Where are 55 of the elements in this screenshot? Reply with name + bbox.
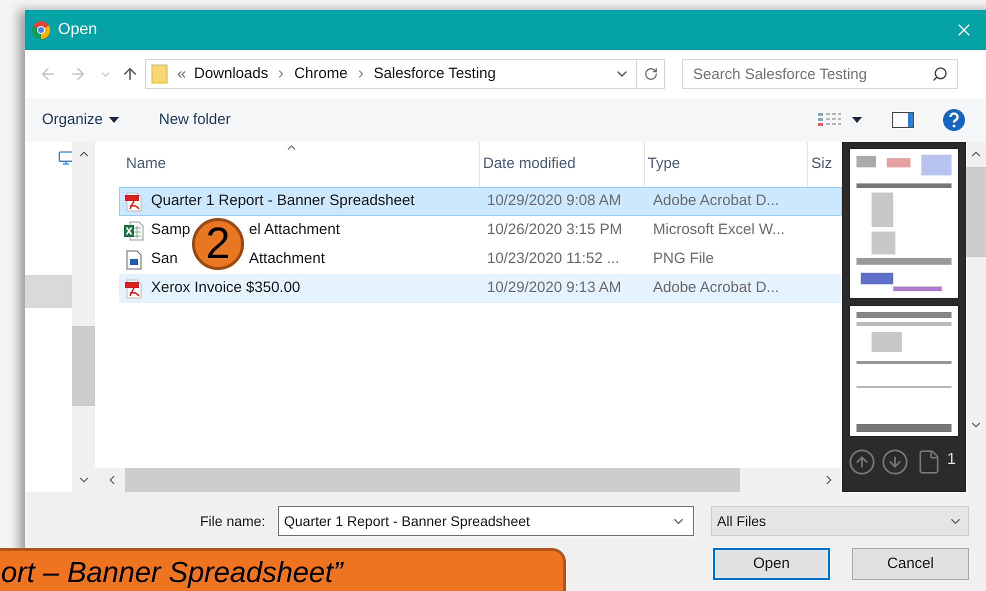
computer-icon[interactable] [58, 150, 74, 166]
type-cell-text: Adobe Acrobat D... [652, 278, 780, 298]
breadcrumb[interactable]: Salesforce Testing [374, 62, 496, 86]
search-icon [932, 66, 948, 82]
refresh-button[interactable] [637, 59, 665, 89]
view-options-icon[interactable] [818, 112, 842, 128]
scroll-thumb[interactable] [72, 326, 95, 406]
scrollbar[interactable] [72, 142, 95, 492]
previous-page-icon[interactable] [848, 448, 876, 476]
next-page-icon[interactable] [881, 448, 909, 476]
file-name: el Attachment [249, 220, 340, 240]
window-title: Open [58, 20, 98, 40]
column-header[interactable]: Siz [808, 142, 842, 187]
file-type-dropdown[interactable]: All Files [711, 506, 969, 536]
dialog-button[interactable]: Open [713, 548, 830, 580]
breadcrumb[interactable]: Chrome [294, 62, 348, 86]
step-badge: 2 [192, 218, 244, 270]
spreadsheet-file-icon [124, 220, 144, 240]
file-row[interactable]: Quarter 1 Report - Banner Spreadsheet 10/29/2020 9:08 AM Adobe Acrobat D... [119, 187, 842, 216]
address-bar[interactable]: Downloads Chrome Salesforce Testing [145, 59, 637, 89]
file-name-field[interactable]: Quarter 1 Report - Banner Spreadsheet [278, 506, 694, 536]
scrollbar[interactable] [966, 142, 986, 492]
scroll-thumb[interactable] [125, 468, 740, 492]
browser-logo-icon [32, 21, 50, 39]
date-cell-text: 10/29/2020 9:13 AM [486, 278, 622, 298]
pdf-file-icon [125, 278, 143, 298]
page-number: 1 [947, 450, 956, 470]
date-cell-text: 10/26/2020 3:15 PM [486, 220, 624, 240]
caret-icon [852, 117, 862, 123]
date-cell-text: 10/29/2020 9:08 AM [486, 191, 622, 212]
folder-icon [151, 64, 169, 84]
type-cell-text: Adobe Acrobat D... [652, 191, 780, 212]
image-file-icon [126, 250, 142, 270]
file-name: San [151, 250, 178, 268]
file-name: Samp [151, 221, 190, 238]
pdf-file-icon [125, 192, 143, 212]
toolbar-button[interactable]: Organize [42, 108, 119, 132]
dialog-button[interactable]: Cancel [852, 548, 969, 580]
type-cell-text: Microsoft Excel W... [652, 220, 786, 240]
file-name: Quarter 1 Report - Banner Spreadsheet [151, 191, 414, 212]
file-name-label: File name: [200, 512, 266, 530]
search-field[interactable]: Search Salesforce Testing [682, 59, 958, 89]
date-cell-text: 10/23/2020 11:52 ... [486, 249, 620, 270]
scroll-thumb[interactable] [966, 167, 986, 257]
forward-arrow-icon [69, 65, 87, 83]
breadcrumb[interactable]: Downloads [194, 62, 268, 86]
file-row[interactable]: Xerox Invoice $350.00 10/29/2020 9:13 AM Adobe Acrobat D... [119, 274, 842, 303]
refresh-icon [644, 67, 658, 81]
file-name: Attachment [249, 249, 325, 270]
toolbar-button[interactable]: New folder [158, 108, 231, 132]
help-icon[interactable] [942, 108, 966, 132]
preview-pane-icon[interactable] [892, 112, 914, 128]
callout: ort – Banner Spreadsheet” [0, 548, 566, 591]
file-name: Xerox Invoice $350.00 [151, 278, 300, 298]
type-cell-text: PNG File [652, 249, 715, 270]
